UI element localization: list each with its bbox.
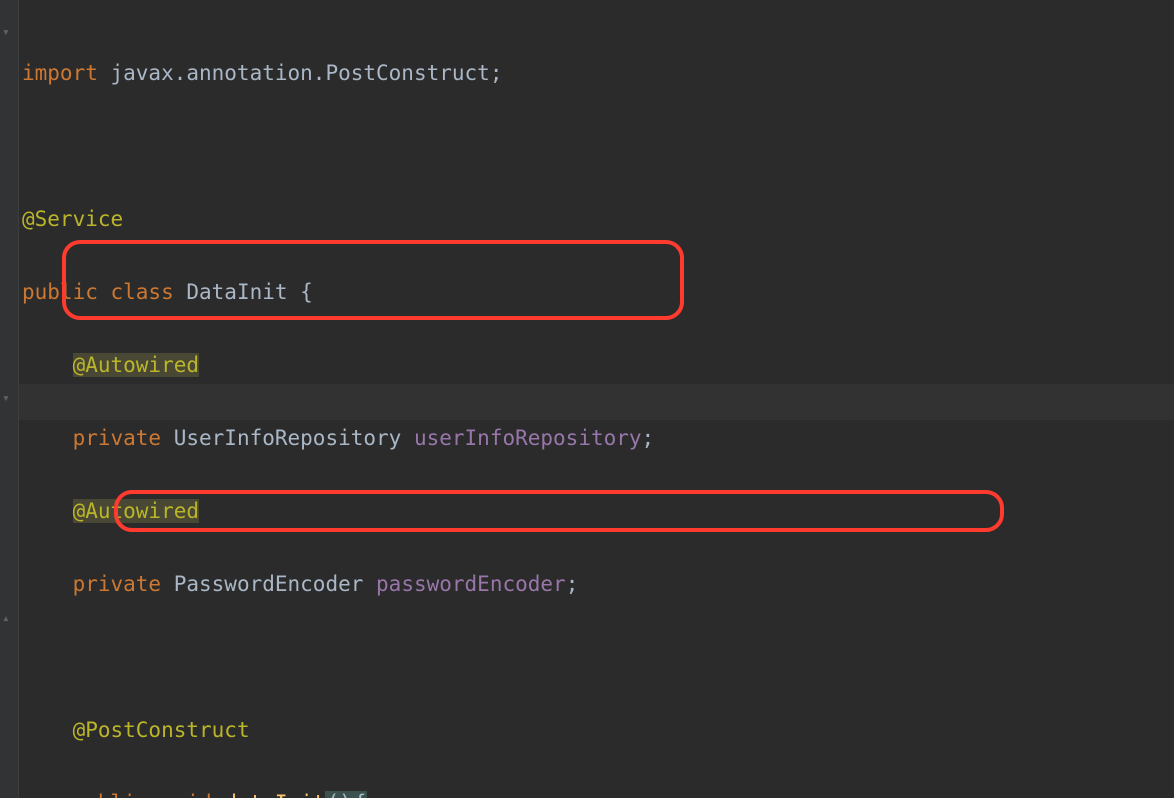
class-name: DataInit (186, 280, 300, 304)
kw-class: class (98, 280, 187, 304)
kw-void: void (148, 791, 224, 798)
ann-service: @Service (22, 207, 123, 231)
kw-public: public (73, 791, 149, 798)
semi: ; (566, 572, 579, 596)
semi: ; (642, 426, 655, 450)
ann-postconstruct: @PostConstruct (73, 718, 250, 742)
fold-toggle-icon[interactable]: ▾ (2, 26, 10, 39)
ann-autowired: @Autowired (73, 353, 199, 377)
editor-gutter: ▾ ▾ ▴ (0, 0, 19, 798)
import-class: PostConstruct (325, 61, 489, 85)
code-content[interactable]: import javax.annotation.PostConstruct; @… (22, 18, 908, 798)
semi: ; (490, 61, 503, 85)
method-name: dataInit (224, 791, 325, 798)
field-passwordencoder: passwordEncoder (376, 572, 566, 596)
kw-private: private (73, 426, 162, 450)
brace: { (300, 280, 313, 304)
paren-hl: () (325, 791, 352, 798)
kw-private: private (73, 572, 162, 596)
ann-autowired: @Autowired (73, 499, 199, 523)
brace-open-hl: { (353, 791, 368, 798)
field-userinforepo: userInfoRepository (414, 426, 642, 450)
import-pkg: javax.annotation. (98, 61, 326, 85)
kw-public: public (22, 280, 98, 304)
kw-import: import (22, 61, 98, 85)
fold-toggle-icon[interactable]: ▾ (2, 392, 10, 405)
fold-toggle-icon[interactable]: ▴ (2, 612, 10, 625)
code-editor[interactable]: ▾ ▾ ▴ import javax.annotation.PostConstr… (0, 0, 1174, 798)
type-userinforepo: UserInfoRepository (161, 426, 414, 450)
type-passwordencoder: PasswordEncoder (161, 572, 376, 596)
